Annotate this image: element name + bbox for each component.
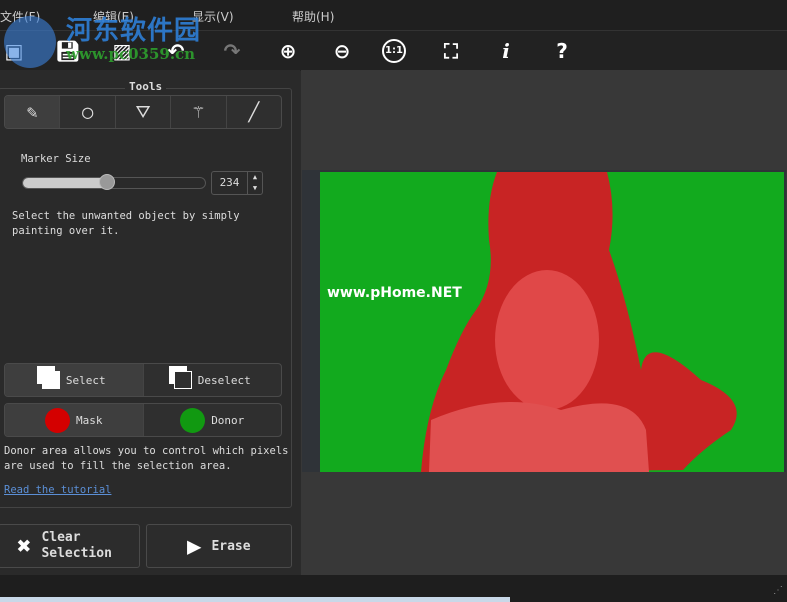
marker-size-label: Marker Size bbox=[21, 153, 91, 165]
donor-color-icon bbox=[180, 407, 206, 433]
brush-type: Mask Donor bbox=[4, 403, 282, 437]
play-icon: ▶ bbox=[187, 532, 202, 560]
tools-panel: Tools ✎ ◯ ⛛ ⚚ ╱ Marker Size 234 ▲ ▼ Selec… bbox=[0, 70, 300, 575]
clear-selection-button[interactable]: ✖ Clear Selection bbox=[0, 524, 140, 568]
watermark-url: www.pc0359.cn bbox=[66, 45, 196, 63]
resize-grip-icon[interactable]: ⋰ bbox=[773, 585, 783, 596]
magic-wand-tool-icon[interactable]: ⚚ bbox=[171, 96, 227, 128]
marker-size-value[interactable]: 234 bbox=[212, 172, 247, 194]
status-bar: ⋰ bbox=[0, 575, 787, 602]
marker-size-stepper[interactable]: 234 ▲ ▼ bbox=[211, 171, 263, 195]
zoom-in-icon[interactable]: ⊕ bbox=[274, 37, 302, 65]
deselect-button[interactable]: Deselect bbox=[144, 364, 282, 396]
tool-selector: ✎ ◯ ⛛ ⚚ ╱ bbox=[4, 95, 282, 129]
image-view[interactable]: www.pHome.NET bbox=[301, 70, 787, 575]
fit-screen-icon[interactable]: ⛶ bbox=[437, 37, 465, 65]
tools-title: Tools bbox=[125, 80, 167, 94]
info-button[interactable]: i bbox=[492, 37, 520, 65]
person-face bbox=[495, 270, 599, 410]
donor-button[interactable]: Donor bbox=[144, 404, 282, 436]
help-button[interactable]: ? bbox=[548, 37, 576, 65]
image-watermark: www.pHome.NET bbox=[327, 285, 462, 301]
menu-help[interactable]: 帮助(H) bbox=[292, 8, 334, 25]
select-icon bbox=[41, 371, 60, 389]
clear-x-icon: ✖ bbox=[17, 532, 32, 560]
watermark-logo: 河东软件园 bbox=[66, 16, 202, 46]
stepper-arrows-icon[interactable]: ▲ ▼ bbox=[247, 172, 262, 194]
line-tool-icon[interactable]: ╱ bbox=[227, 96, 281, 128]
marker-hint: Select the unwanted object by simply pai… bbox=[12, 210, 240, 237]
person-shoulders bbox=[429, 402, 649, 472]
polygon-lasso-tool-icon[interactable]: ⛛ bbox=[116, 96, 172, 128]
marker-tool-icon[interactable]: ✎ bbox=[5, 96, 61, 128]
watermark-logo-icon bbox=[4, 16, 56, 68]
lasso-tool-icon[interactable]: ◯ bbox=[60, 96, 116, 128]
marker-size-slider[interactable] bbox=[22, 174, 206, 190]
actual-size-button[interactable]: 1:1 bbox=[382, 39, 406, 63]
slider-handle[interactable] bbox=[98, 174, 115, 190]
tutorial-link[interactable]: Read the tutorial bbox=[4, 483, 111, 498]
image-canvas[interactable]: www.pHome.NET bbox=[301, 70, 787, 575]
mask-button[interactable]: Mask bbox=[5, 404, 144, 436]
erase-button[interactable]: ▶ Erase bbox=[146, 524, 292, 568]
donor-hint: Donor area allows you to control which p… bbox=[4, 445, 289, 472]
deselect-icon bbox=[173, 371, 192, 389]
select-mode: Select Deselect bbox=[4, 363, 282, 397]
zoom-out-icon[interactable]: ⊖ bbox=[328, 37, 356, 65]
select-button[interactable]: Select bbox=[5, 364, 144, 396]
redo-icon[interactable]: ↷ bbox=[218, 37, 246, 65]
mask-color-icon bbox=[45, 407, 70, 433]
